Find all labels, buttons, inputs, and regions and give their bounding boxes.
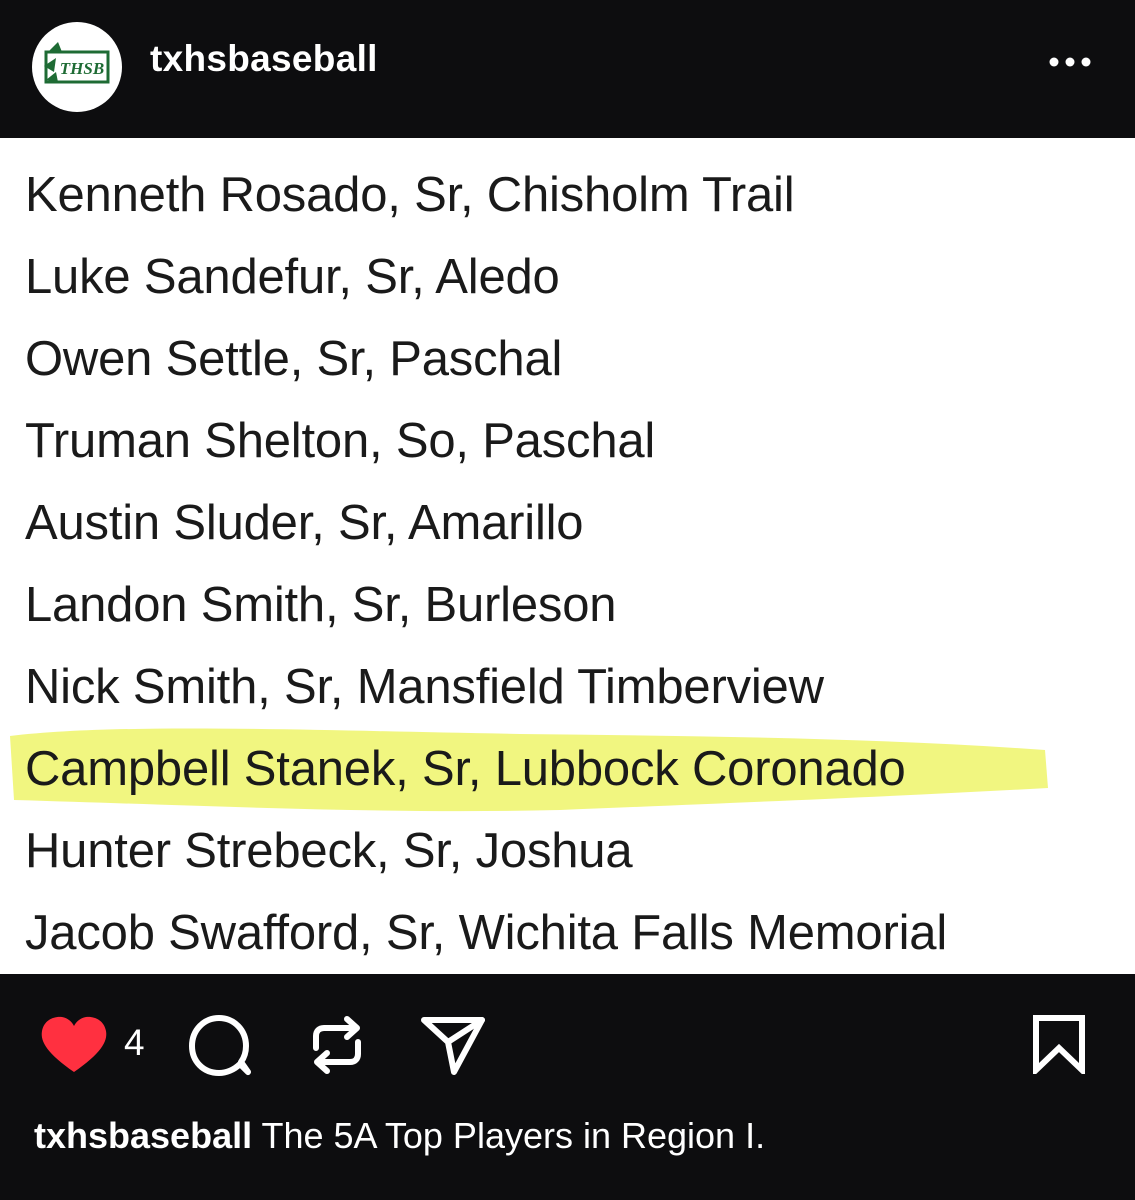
player-entry: Luke Sandefur, Sr, Aledo xyxy=(25,250,560,304)
more-horizontal-icon[interactable] xyxy=(1040,42,1100,82)
player-entry: Kenneth Rosado, Sr, Chisholm Trail xyxy=(25,168,795,222)
player-entry: Landon Smith, Sr, Burleson xyxy=(25,578,617,632)
player-entry: Truman Shelton, So, Paschal xyxy=(25,414,656,468)
comment-icon[interactable] xyxy=(186,1012,256,1078)
thsb-logo-icon: THSB xyxy=(44,42,110,84)
player-entry: Owen Settle, Sr, Paschal xyxy=(25,332,563,386)
player-entry: Hunter Strebeck, Sr, Joshua xyxy=(25,824,633,878)
bookmark-icon[interactable] xyxy=(1030,1014,1088,1074)
heart-icon[interactable] xyxy=(38,1014,110,1076)
post-caption: txhsbaseball The 5A Top Players in Regio… xyxy=(34,1115,765,1157)
player-entry: Nick Smith, Sr, Mansfield Timberview xyxy=(25,660,824,714)
action-bar xyxy=(0,974,1135,1200)
player-entry-highlighted: Campbell Stanek, Sr, Lubbock Coronado xyxy=(25,742,906,796)
username[interactable]: txhsbaseball xyxy=(150,38,378,80)
player-list: Kenneth Rosado, Sr, Chisholm Trail Luke … xyxy=(0,138,1135,974)
caption-text: The 5A Top Players in Region I. xyxy=(261,1115,766,1156)
post-image: Kenneth Rosado, Sr, Chisholm Trail Luke … xyxy=(0,138,1135,974)
svg-text:THSB: THSB xyxy=(60,59,104,78)
post-header: THSB txhsbaseball xyxy=(0,0,1135,138)
player-entry: Austin Sluder, Sr, Amarillo xyxy=(25,496,584,550)
avatar[interactable]: THSB xyxy=(32,22,122,112)
like-count[interactable]: 4 xyxy=(124,1022,145,1064)
share-icon[interactable] xyxy=(418,1014,488,1078)
player-entry: Jacob Swafford, Sr, Wichita Falls Memori… xyxy=(25,906,948,960)
repost-icon[interactable] xyxy=(306,1012,368,1078)
caption-username[interactable]: txhsbaseball xyxy=(34,1115,252,1156)
